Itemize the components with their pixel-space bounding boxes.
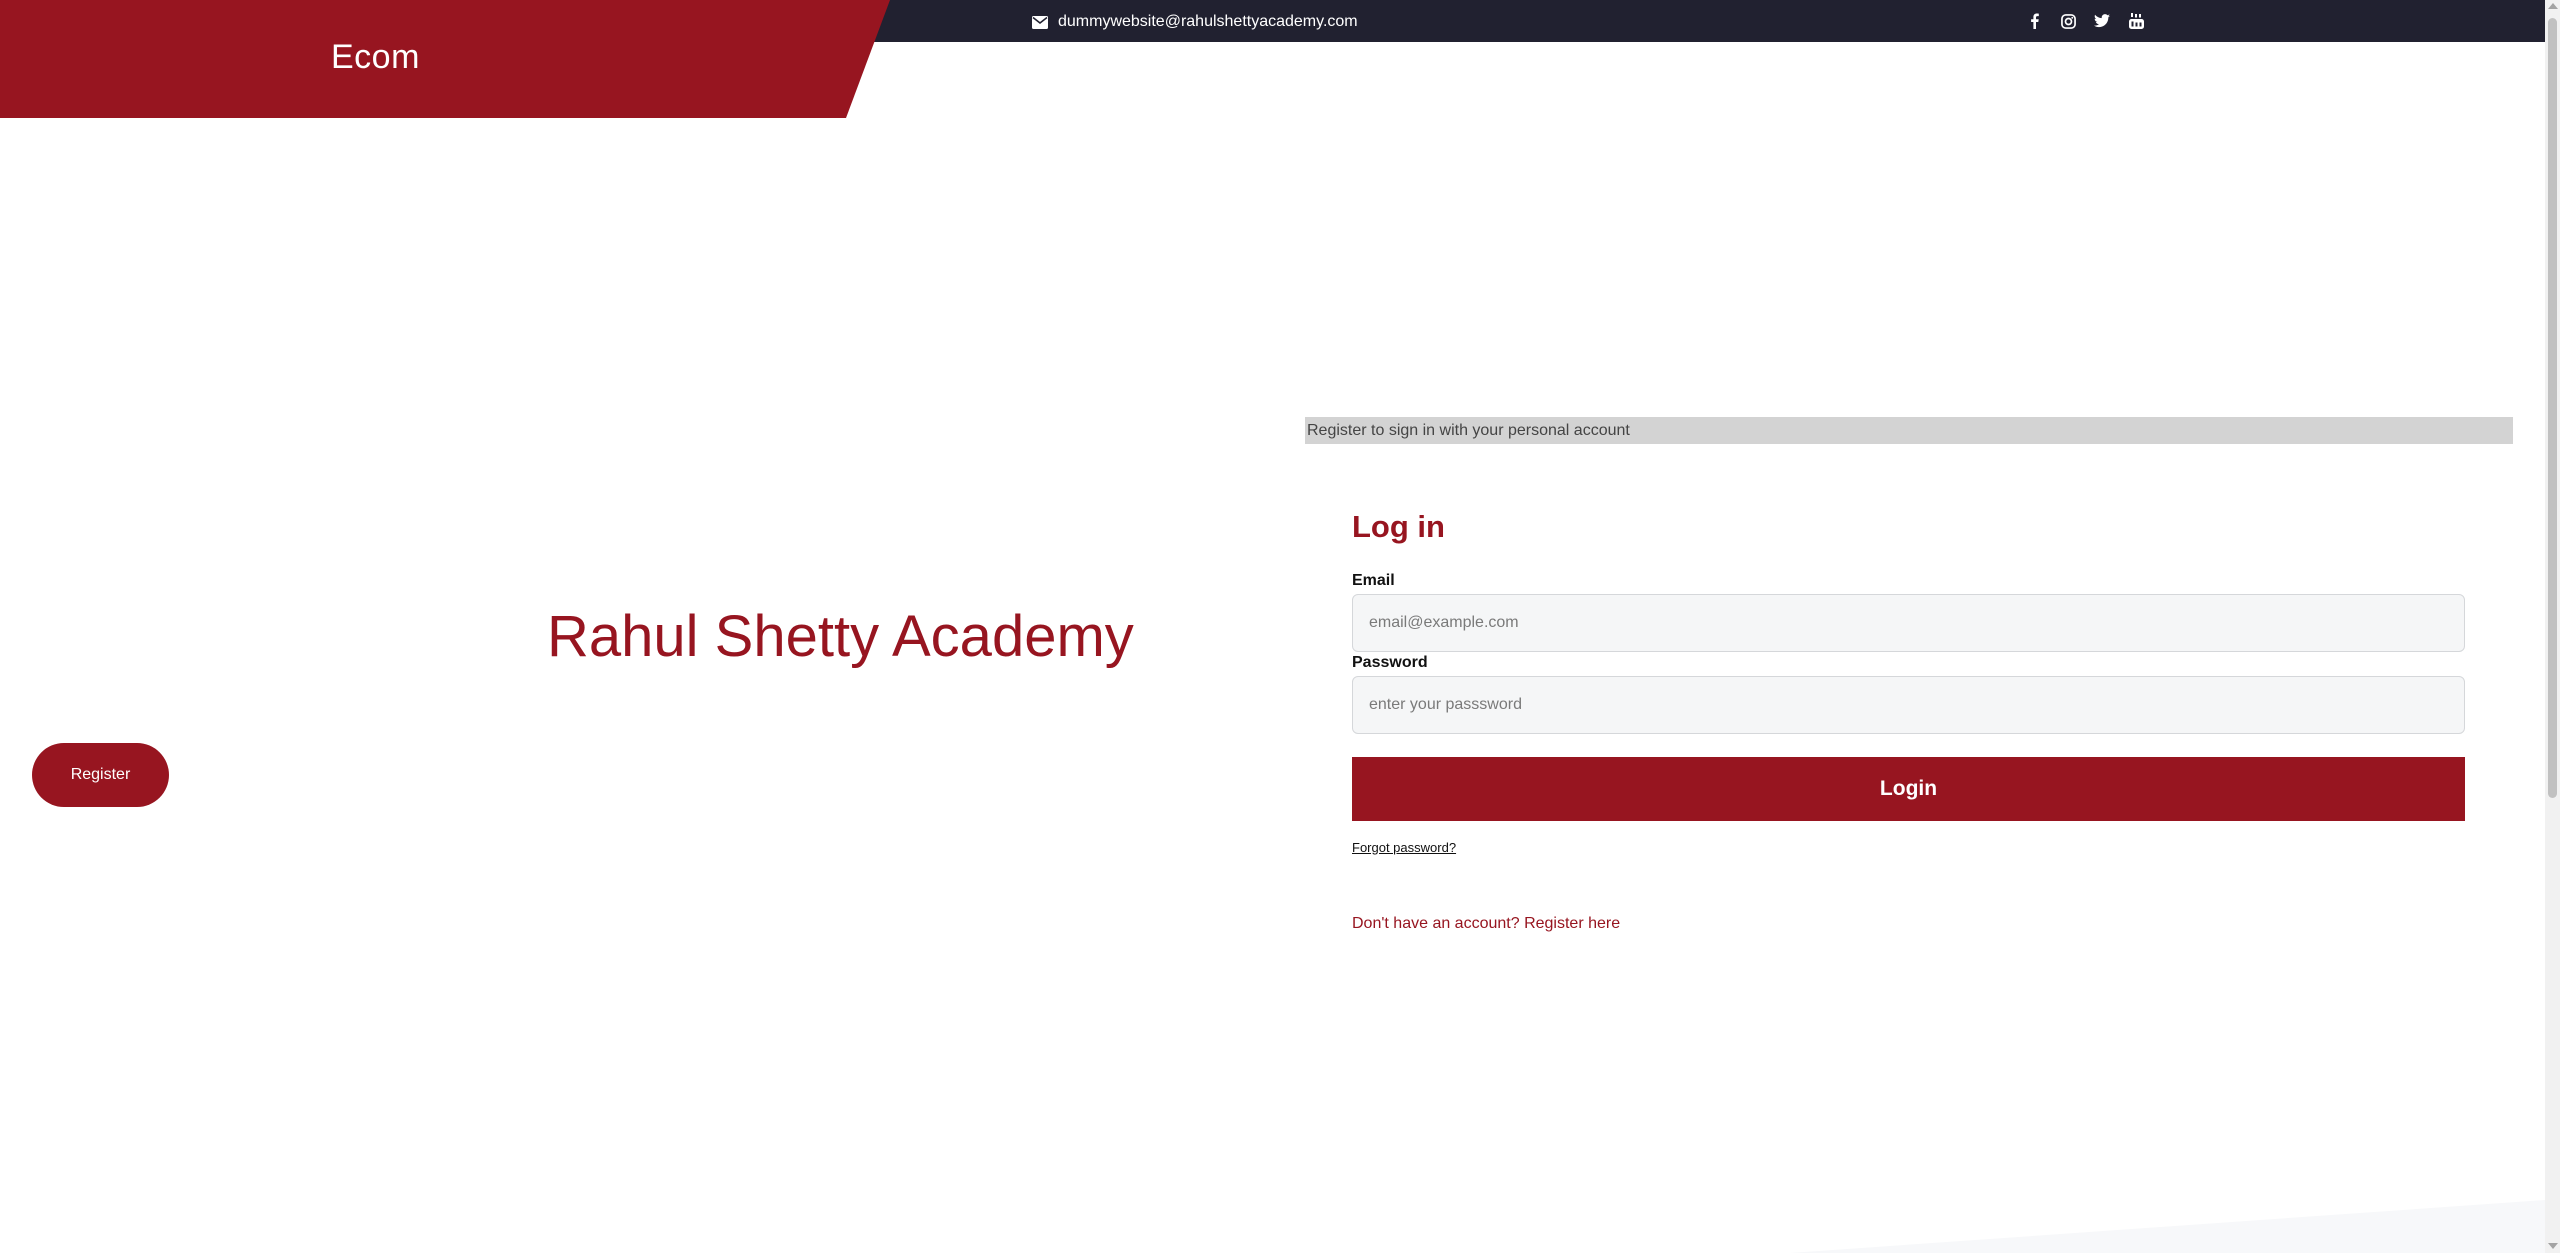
brand-logo-text[interactable]: Ecom — [331, 38, 420, 77]
login-title: Log in — [1352, 509, 1445, 544]
login-page: Ecom dummywebsite@rahulshettyacademy.com… — [0, 0, 2560, 1253]
password-label: Password — [1352, 654, 1428, 671]
brand-panel — [0, 0, 890, 118]
scroll-down-icon[interactable] — [2548, 1243, 2558, 1249]
twitter-icon[interactable] — [2092, 11, 2112, 31]
scrollbar-thumb[interactable] — [2548, 18, 2557, 798]
contact-email[interactable]: dummywebsite@rahulshettyacademy.com — [1058, 13, 1358, 31]
scroll-up-icon[interactable] — [2548, 3, 2558, 9]
password-field[interactable] — [1352, 676, 2465, 734]
info-banner: Register to sign in with your personal a… — [1305, 417, 2513, 444]
social-links — [2024, 11, 2146, 31]
contact-info: dummywebsite@rahulshettyacademy.com — [1032, 12, 1358, 32]
hero-title: Rahul Shetty Academy — [547, 604, 1134, 669]
email-label: Email — [1352, 572, 1395, 589]
instagram-icon[interactable] — [2058, 11, 2078, 31]
register-button[interactable]: Register — [32, 743, 169, 807]
facebook-icon[interactable] — [2024, 11, 2044, 31]
register-here-link[interactable]: Don't have an account? Register here — [1352, 915, 1620, 933]
login-button[interactable]: Login — [1352, 757, 2465, 821]
forgot-password-link[interactable]: Forgot password? — [1352, 840, 1456, 855]
envelope-icon — [1032, 15, 1048, 29]
youtube-icon[interactable] — [2126, 11, 2146, 31]
corner-decoration — [1790, 1200, 2545, 1253]
email-field[interactable] — [1352, 594, 2465, 652]
scrollbar[interactable] — [2545, 0, 2560, 1253]
